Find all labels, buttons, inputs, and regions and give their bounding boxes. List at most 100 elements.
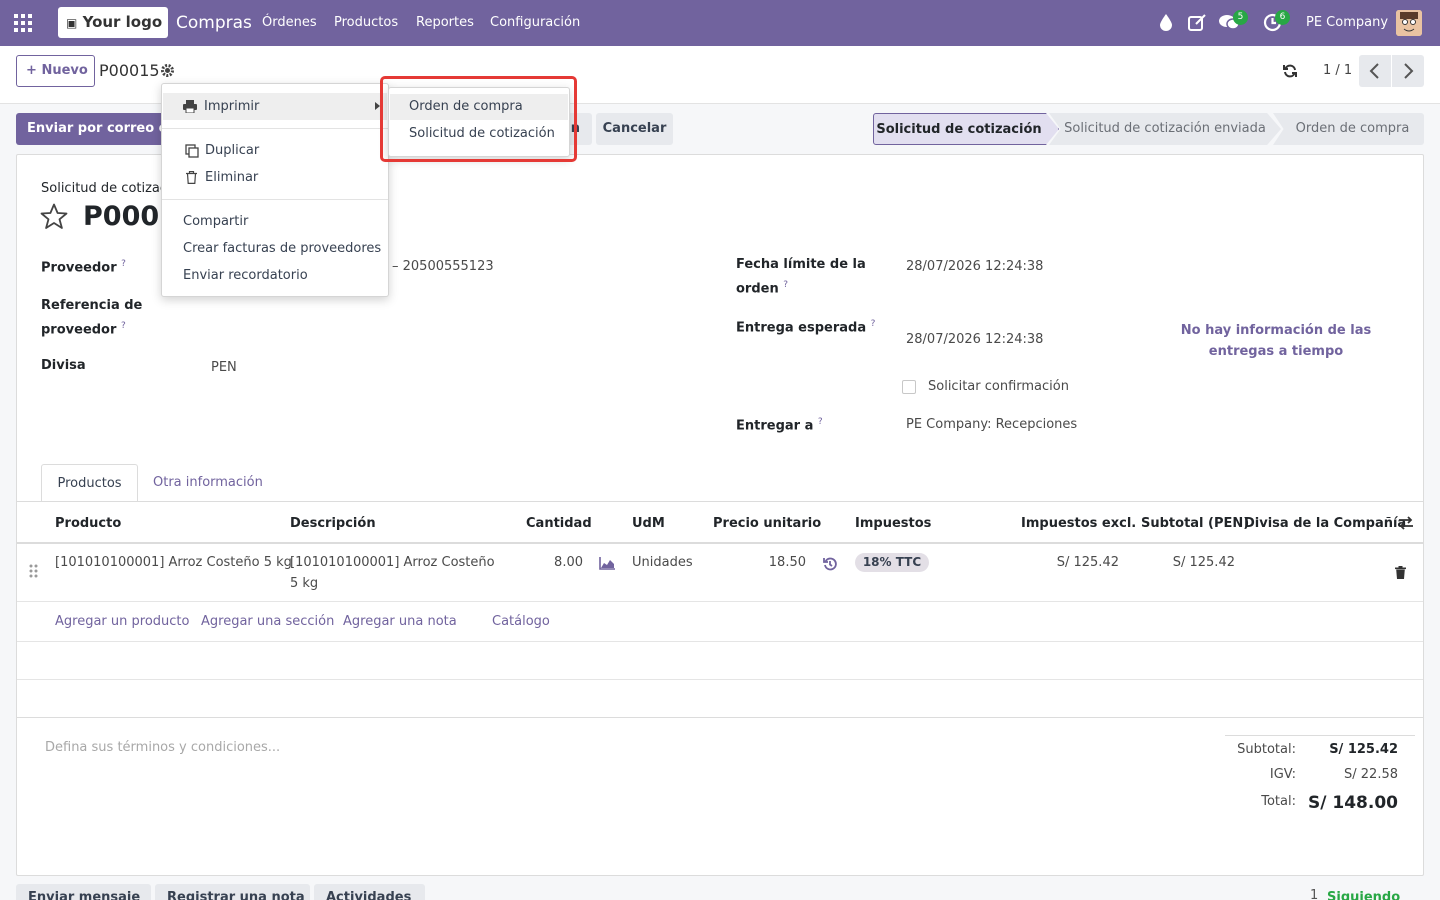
col-impuestos-excl[interactable]: Impuestos excl. — [1021, 514, 1136, 534]
chevron-left-icon — [1369, 63, 1379, 79]
stage-purchase-order: Orden de compra — [1273, 113, 1424, 145]
row-quantity[interactable]: 8.00 — [540, 552, 583, 573]
menu-divider-1 — [162, 128, 388, 129]
stage-rfq-sent-label: Solicitud de cotización enviada — [1064, 121, 1266, 136]
ask-confirm-checkbox[interactable] — [902, 380, 916, 394]
totals-divider — [1225, 735, 1415, 736]
copy-icon — [185, 144, 199, 158]
printer-icon — [183, 100, 197, 113]
following-button[interactable]: Siguiendo — [1327, 890, 1400, 900]
row-price[interactable]: 18.50 — [756, 552, 806, 573]
company-logo[interactable]: ▣ Your logo — [58, 7, 168, 38]
row-product[interactable]: [101010100001] Arroz Costeño 5 kg — [55, 552, 292, 573]
col-subtotal[interactable]: Subtotal (PEN) — [1141, 514, 1249, 534]
column-settings-icon[interactable] — [1398, 516, 1414, 530]
droplet-icon[interactable] — [1160, 14, 1172, 31]
activities-badge: 6 — [1275, 10, 1290, 25]
vendor-ref-label: Referencia de proveedor ? — [41, 298, 143, 338]
col-udm[interactable]: UdM — [632, 514, 665, 534]
tab-otra-informacion[interactable]: Otra información — [153, 473, 263, 493]
tab-productos[interactable]: Productos — [41, 464, 138, 502]
drag-handle-icon[interactable] — [29, 564, 39, 578]
refresh-icon[interactable] — [1283, 64, 1297, 78]
tabs-divider — [17, 501, 1423, 502]
igv-value: S/ 22.58 — [1344, 767, 1398, 782]
ontime-info: No hay información de las entregas a tiem… — [1180, 323, 1372, 359]
trash-icon[interactable] — [1395, 566, 1406, 579]
currency-value[interactable]: PEN — [211, 357, 237, 378]
send-email-button[interactable]: Enviar por correo electrónico — [16, 113, 166, 145]
log-note-button[interactable]: Registrar una nota — [155, 884, 310, 900]
cancel-button[interactable]: Cancelar — [596, 113, 673, 145]
menu-item-delete[interactable]: Eliminar — [162, 167, 388, 189]
user-avatar[interactable] — [1396, 10, 1422, 36]
new-button[interactable]: + Nuevo — [16, 55, 95, 87]
record-name: P00015 — [99, 61, 160, 80]
company-switcher[interactable]: PE Company — [1306, 0, 1388, 46]
history-icon[interactable] — [823, 557, 837, 571]
col-cantidad[interactable]: Cantidad — [526, 514, 592, 534]
col-impuestos[interactable]: Impuestos — [855, 514, 931, 534]
add-section-link[interactable]: Agregar una sección — [201, 612, 334, 632]
header-divider — [17, 542, 1423, 544]
gear-icon[interactable] — [161, 64, 174, 77]
vendor-label: Proveedor ? — [41, 259, 126, 276]
vendor-value[interactable]: – 20500555123 — [392, 256, 494, 277]
currency-label: Divisa — [41, 358, 86, 373]
stage-rfq-label: Solicitud de cotización — [876, 122, 1042, 137]
row-subtotal: S/ 125.42 — [1172, 555, 1235, 570]
total-value: S/ 148.00 — [1308, 793, 1398, 813]
ask-confirm-label[interactable]: Solicitar confirmación — [928, 376, 1069, 397]
menu-productos[interactable]: Productos — [334, 0, 398, 46]
pager-value[interactable]: 1 / 1 — [1323, 61, 1352, 81]
followers-count[interactable]: 1 — [1310, 888, 1318, 900]
subtotal-value: S/ 125.42 — [1329, 742, 1398, 757]
deliver-to-value[interactable]: PE Company: Recepciones — [906, 414, 1077, 435]
igv-label: IGV: — [1269, 767, 1296, 782]
menu-item-duplicate[interactable]: Duplicar — [162, 140, 388, 162]
forecast-chart-icon[interactable] — [599, 557, 615, 570]
expected-delivery-label: Entrega esperada ? — [736, 319, 876, 336]
star-icon[interactable] — [40, 203, 68, 230]
app-menu-icon[interactable] — [14, 14, 32, 32]
add-note-link[interactable]: Agregar una nota — [343, 612, 457, 632]
col-precio-unitario[interactable]: Precio unitario — [713, 514, 821, 534]
deliver-to-label: Entregar a ? — [736, 417, 823, 434]
menu-reportes[interactable]: Reportes — [416, 0, 474, 46]
col-descripcion[interactable]: Descripción — [290, 514, 376, 534]
tax-tag[interactable]: 18% TTC — [855, 553, 929, 572]
new-button-label: Nuevo — [41, 63, 88, 78]
app-name[interactable]: Compras — [176, 0, 252, 46]
col-divisa-compania[interactable]: Divisa de la Compañía — [1244, 514, 1406, 534]
expected-delivery-value[interactable]: 28/07/2026 12:24:38 — [906, 329, 1043, 350]
menu-ordenes[interactable]: Órdenes — [262, 0, 317, 46]
trash-icon — [186, 171, 197, 184]
menu-configuracion[interactable]: Configuración — [490, 0, 580, 46]
pager-prev-button[interactable] — [1359, 55, 1391, 87]
stage-po-label: Orden de compra — [1295, 121, 1410, 136]
chevron-right-icon — [1404, 63, 1414, 79]
messages-badge: 5 — [1233, 10, 1248, 25]
logo-text: Your logo — [82, 13, 163, 31]
add-product-link[interactable]: Agregar un producto — [55, 612, 189, 632]
gear-dropdown-menu: Imprimir Duplicar Eliminar Compartir Cre… — [161, 83, 389, 297]
edit-icon[interactable] — [1188, 13, 1207, 32]
send-message-button[interactable]: Enviar mensaje — [16, 884, 151, 900]
deadline-label: Fecha límite de la orden ? — [736, 257, 866, 297]
row-uom[interactable]: Unidades — [632, 552, 693, 573]
pager-next-button[interactable] — [1392, 55, 1424, 87]
catalog-link[interactable]: Catálogo — [492, 612, 550, 632]
row-tax-excl: S/ 125.42 — [1056, 555, 1119, 570]
activities-button[interactable]: Actividades — [314, 884, 425, 900]
menu-item-send-reminder[interactable]: Enviar recordatorio — [183, 266, 308, 286]
row-description[interactable]: [101010100001] Arroz Costeño 5 kg — [290, 552, 495, 594]
deadline-value[interactable]: 28/07/2026 12:24:38 — [906, 256, 1043, 277]
menu-item-create-bills[interactable]: Crear facturas de proveedores — [183, 239, 381, 259]
col-producto[interactable]: Producto — [55, 514, 121, 534]
stage-rfq: Solicitud de cotización — [873, 113, 1059, 145]
terms-input[interactable]: Defina sus términos y condiciones... — [45, 738, 280, 758]
menu-item-share[interactable]: Compartir — [183, 212, 248, 232]
empty-row-divider-2 — [17, 679, 1423, 680]
stage-rfq-sent: Solicitud de cotización enviada — [1049, 113, 1281, 145]
menu-item-print[interactable]: Imprimir — [163, 93, 387, 120]
